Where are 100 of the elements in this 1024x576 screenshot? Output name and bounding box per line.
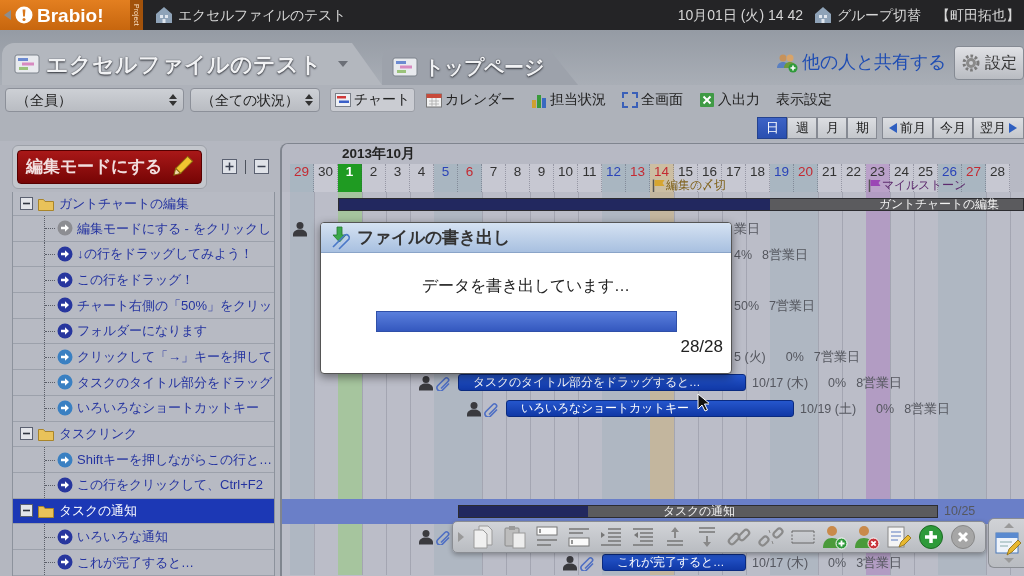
collapse-toggle-icon[interactable]	[20, 427, 33, 441]
day-number: 19	[773, 164, 790, 179]
progress-percent-text: 50%	[734, 297, 760, 314]
filter-dropdown[interactable]: （全員）	[5, 88, 184, 112]
copy-document-icon[interactable]	[470, 524, 496, 550]
day-number: 13	[629, 164, 646, 179]
task-row[interactable]: ↓の行をドラッグしてみよう！	[13, 241, 274, 268]
gantt-chart-icon	[335, 92, 351, 108]
scale-tab[interactable]: 月	[817, 117, 847, 139]
workdays-text: 7営業日	[769, 297, 815, 314]
end-date-text: 5 (火)	[734, 349, 766, 366]
task-row[interactable]: いろいろな通知	[13, 524, 274, 550]
group-switch-link[interactable]: グループ切替	[837, 4, 921, 26]
view-button[interactable]: 全画面	[617, 88, 688, 112]
day-number: 17	[725, 164, 742, 179]
task-bar[interactable]: これが完了すると…	[602, 554, 746, 572]
task-bar[interactable]: いろいろなショートカットキー	[506, 400, 794, 418]
collapse-toggle-icon[interactable]	[20, 197, 33, 210]
arrow-icon	[3, 9, 11, 21]
user-name: 【町田拓也】	[936, 5, 1020, 25]
task-row[interactable]: いろいろなショートカットキー	[13, 395, 274, 422]
progress-percent-text: 0%	[828, 554, 847, 571]
paste-clipboard-icon[interactable]	[502, 524, 528, 550]
collapse-all-icon[interactable]	[254, 159, 269, 174]
task-row[interactable]: Shiftキーを押しながらこの行と…	[13, 447, 274, 473]
summary-bar[interactable]: ガントチャートの編集	[338, 197, 1024, 211]
view-button[interactable]: 入出力	[694, 88, 765, 112]
task-row[interactable]: 編集モードにする - をクリックし	[13, 216, 274, 242]
down-triangle-icon[interactable]	[1003, 558, 1014, 563]
workdays-text: 業日	[734, 220, 760, 237]
left-triangle-icon	[889, 123, 897, 133]
day-number: 3	[392, 164, 403, 179]
people-add-icon	[776, 52, 798, 73]
end-date-text: 10/17 (木)	[752, 374, 809, 391]
day-number: 10	[557, 164, 574, 179]
day-number: 20	[797, 164, 814, 179]
day-number: 23	[869, 164, 886, 179]
remove-person-icon[interactable]	[854, 524, 880, 550]
day-number: 24	[893, 164, 910, 179]
close-circle-icon[interactable]	[950, 524, 976, 550]
progress-percent-text: 0%	[828, 374, 847, 391]
end-date-text: 10/19 (土)	[800, 400, 857, 417]
month-nav-button[interactable]: 今月	[933, 117, 973, 139]
scale-tab[interactable]: 期	[847, 117, 877, 139]
unlink-icon[interactable]	[758, 524, 784, 550]
collapse-toggle-icon[interactable]	[20, 504, 33, 518]
view-button[interactable]: カレンダー	[421, 88, 520, 112]
spreadsheet-icon	[699, 92, 715, 108]
updown-arrow-icon	[305, 94, 313, 106]
caret-icon[interactable]	[338, 61, 348, 67]
folder-row[interactable]: ガントチャートの編集	[13, 192, 274, 216]
bar-graph-icon	[531, 92, 547, 108]
progress-percent-text: 4%	[734, 246, 753, 263]
day-number: 9	[536, 164, 547, 179]
day-number: 27	[965, 164, 982, 179]
right-triangle-icon	[1009, 123, 1017, 133]
task-row[interactable]: フォルダーになります	[13, 318, 274, 345]
month-nav-button[interactable]: 前月	[882, 117, 933, 139]
view-button[interactable]: チャート	[330, 88, 415, 112]
folder-row[interactable]: タスクリンク	[13, 421, 274, 448]
task-row[interactable]: この行をクリックして、Ctrl+F2	[13, 472, 274, 499]
mouse-cursor-icon	[697, 393, 709, 412]
edit-mode-button[interactable]: 編集モードにする	[17, 149, 202, 184]
day-number: 5	[440, 164, 451, 179]
end-date-text: 10/17 (木)	[752, 554, 809, 571]
workdays-text: 8営業日	[856, 374, 903, 391]
up-triangle-icon[interactable]	[1003, 523, 1014, 528]
task-row[interactable]: この行をドラッグ！	[13, 267, 274, 294]
settings-icon	[961, 52, 981, 73]
day-number: 14	[653, 164, 670, 179]
task-row[interactable]: チャート右側の「50%」をクリッ	[13, 293, 274, 319]
day-number: 18	[749, 164, 766, 179]
calendar-edit-icon[interactable]	[994, 530, 1023, 556]
day-number: 29	[293, 164, 310, 179]
add-circle-icon[interactable]	[918, 524, 944, 550]
task-row[interactable]: これが完了すると…	[13, 549, 274, 576]
edit-note-icon[interactable]	[886, 524, 912, 550]
progress-percent-text: 0%	[785, 349, 804, 366]
view-button[interactable]: 表示設定	[771, 88, 837, 112]
view-button[interactable]: 担当状況	[526, 88, 611, 112]
summary-bar[interactable]: タスクの通知	[458, 504, 938, 518]
month-nav-button[interactable]: 翌月	[973, 117, 1024, 139]
add-person-icon[interactable]	[822, 524, 848, 550]
scale-tab[interactable]: 日	[757, 117, 787, 139]
task-row[interactable]: タスクのタイトル部分をドラッグ	[13, 370, 274, 396]
expand-all-icon[interactable]	[222, 159, 237, 174]
day-number: 30	[317, 164, 334, 179]
scale-tab[interactable]: 週	[787, 117, 817, 139]
day-number: 22	[845, 164, 862, 179]
day-number: 25	[917, 164, 934, 179]
end-date-text: 10/25	[944, 503, 976, 520]
marker-label: マイルストーン	[882, 179, 966, 192]
task-bar[interactable]: タスクのタイトル部分をドラッグすると…	[458, 374, 746, 392]
filter-dropdown[interactable]: （全ての状況）	[190, 88, 320, 112]
day-number: 8	[512, 164, 523, 179]
task-row[interactable]: クリックして「→」キーを押して	[13, 344, 274, 371]
folder-row[interactable]: タスクの通知	[13, 498, 274, 525]
handle-triangle-icon	[458, 532, 464, 542]
settings-button[interactable]: 設定	[954, 45, 1024, 80]
download-icon	[329, 225, 353, 250]
